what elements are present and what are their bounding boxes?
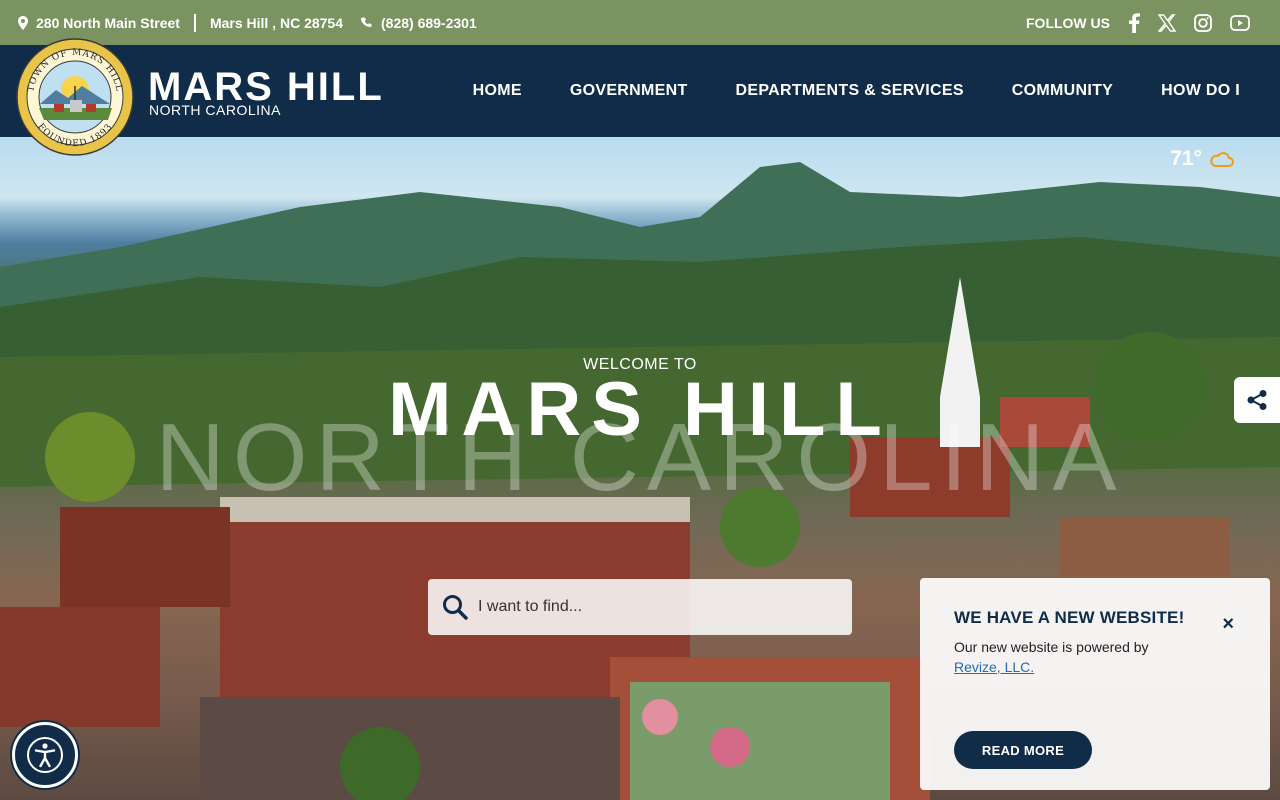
main-nav: HOME GOVERNMENT DEPARTMENTS & SERVICES C… xyxy=(473,45,1240,137)
top-bar: 280 North Main Street Mars Hill , NC 287… xyxy=(0,0,1280,45)
facebook-icon[interactable] xyxy=(1128,12,1140,33)
address-text: 280 North Main Street xyxy=(36,14,180,31)
search-input[interactable] xyxy=(478,598,838,616)
hero-title: MARS HILL xyxy=(388,367,892,452)
x-icon[interactable] xyxy=(1158,13,1176,32)
cloud-icon xyxy=(1210,152,1234,167)
youtube-icon[interactable] xyxy=(1230,14,1250,31)
address[interactable]: 280 North Main Street xyxy=(18,15,180,31)
phone-link[interactable]: (828) 689-2301 xyxy=(361,15,477,31)
town-seal-logo[interactable]: TOWN OF MARS HILL FOUNDED 1893 xyxy=(16,38,134,156)
popup-body: Our new website is powered by xyxy=(954,639,1149,655)
nav-how-do-i[interactable]: HOW DO I xyxy=(1161,82,1240,100)
weather-temp: 71° xyxy=(1170,147,1202,170)
new-website-popup: WE HAVE A NEW WEBSITE! Our new website i… xyxy=(920,578,1270,790)
close-icon[interactable]: × xyxy=(1222,614,1234,634)
nav-government[interactable]: GOVERNMENT xyxy=(570,82,688,100)
phone-text: (828) 689-2301 xyxy=(381,14,477,31)
weather-widget[interactable]: 71° xyxy=(1170,147,1234,171)
brand-title[interactable]: MARS HILL xyxy=(148,67,384,107)
site-search xyxy=(428,579,852,635)
accessibility-button[interactable] xyxy=(12,722,78,788)
divider xyxy=(193,13,196,32)
search-icon[interactable] xyxy=(442,594,468,620)
city-text: Mars Hill , NC 28754 xyxy=(209,14,343,31)
city-state: Mars Hill , NC 28754 xyxy=(210,15,343,31)
popup-title: WE HAVE A NEW WEBSITE! xyxy=(954,608,1185,627)
map-pin-icon xyxy=(18,15,28,30)
brand-subtitle: NORTH CAROLINA xyxy=(149,102,281,118)
phone-icon xyxy=(361,17,372,27)
read-more-button[interactable]: READ MORE xyxy=(954,731,1092,769)
popup-text: Our new website is powered by Revize, LL… xyxy=(954,638,1236,677)
share-button[interactable] xyxy=(1234,377,1280,423)
nav-home[interactable]: HOME xyxy=(473,82,522,100)
accessibility-icon xyxy=(27,737,63,773)
instagram-icon[interactable] xyxy=(1194,13,1212,32)
share-icon xyxy=(1247,390,1267,410)
nav-community[interactable]: COMMUNITY xyxy=(1012,82,1113,100)
follow-us-label: FOLLOW US xyxy=(1026,14,1110,31)
revize-link[interactable]: Revize, LLC. xyxy=(954,659,1034,675)
nav-departments-services[interactable]: DEPARTMENTS & SERVICES xyxy=(736,82,964,100)
